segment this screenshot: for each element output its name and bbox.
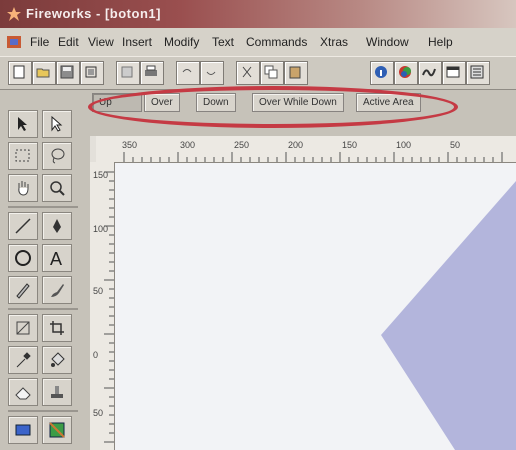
ruler-label: 150 xyxy=(342,140,358,150)
save-icon[interactable] xyxy=(56,61,80,85)
redo-icon[interactable] xyxy=(200,61,224,85)
crop-icon[interactable] xyxy=(42,314,72,342)
ruler-label: 200 xyxy=(288,140,304,150)
vertical-ruler-ticks xyxy=(104,171,114,443)
menu-help[interactable]: Help xyxy=(428,35,453,49)
slice-icon[interactable] xyxy=(42,416,72,444)
paint-bucket-icon[interactable] xyxy=(42,346,72,374)
eyedropper-icon[interactable] xyxy=(8,346,38,374)
menu-modify[interactable]: Modify xyxy=(164,35,199,49)
vertical-ruler: 150 100 50 0 50 xyxy=(90,162,115,450)
cut-icon[interactable] xyxy=(236,61,260,85)
ruler-label: 50 xyxy=(93,408,104,418)
line-icon[interactable] xyxy=(8,212,38,240)
menu-insert[interactable]: Insert xyxy=(122,35,152,49)
button-state-tabs: Up Over Down Over While Down Active Area xyxy=(86,90,516,114)
lasso-icon[interactable] xyxy=(42,142,72,170)
ruler-label: 350 xyxy=(122,140,138,150)
tools-panel: A xyxy=(0,100,86,450)
tool-separator xyxy=(8,206,78,208)
marquee-icon[interactable] xyxy=(8,142,38,170)
eraser-icon[interactable] xyxy=(8,378,38,406)
text-icon[interactable]: A xyxy=(42,244,72,272)
subselect-icon[interactable] xyxy=(42,110,72,138)
svg-text:A: A xyxy=(50,249,62,267)
fireworks-window: Fireworks - [boton1] File Edit View Inse… xyxy=(0,0,516,450)
ruler-label: 50 xyxy=(93,286,104,296)
tab-down[interactable]: Down xyxy=(196,93,236,112)
menu-text[interactable]: Text xyxy=(212,35,234,49)
frames-icon[interactable] xyxy=(466,61,490,85)
menu-xtras[interactable]: Xtras xyxy=(320,35,348,49)
menu-view[interactable]: View xyxy=(88,35,114,49)
open-icon[interactable] xyxy=(32,61,56,85)
ellipse-icon[interactable] xyxy=(8,244,38,272)
ruler-label: 250 xyxy=(234,140,250,150)
import-icon[interactable] xyxy=(80,61,104,85)
paste-icon[interactable] xyxy=(284,61,308,85)
menu-edit[interactable]: Edit xyxy=(58,35,79,49)
scale-icon[interactable] xyxy=(8,314,38,342)
brush-icon[interactable] xyxy=(42,276,72,304)
canvas-artwork xyxy=(381,181,516,450)
fireworks-app-icon xyxy=(7,7,21,21)
stroke-icon[interactable] xyxy=(418,61,442,85)
polygon-shape[interactable] xyxy=(381,181,516,450)
tab-over-while-down[interactable]: Over While Down xyxy=(252,93,344,112)
tab-over[interactable]: Over xyxy=(144,93,180,112)
undo-icon[interactable] xyxy=(176,61,200,85)
ruler-label: 150 xyxy=(93,170,109,180)
main-toolbar xyxy=(0,56,516,90)
color-icon[interactable] xyxy=(394,61,418,85)
tool-separator xyxy=(8,308,78,310)
tab-active-area[interactable]: Active Area xyxy=(356,93,421,112)
new-file-icon[interactable] xyxy=(8,61,32,85)
document-icon[interactable] xyxy=(6,34,22,50)
menu-bar: File Edit View Insert Modify Text Comman… xyxy=(0,28,516,56)
ruler-label: 300 xyxy=(180,140,196,150)
ruler-label: 100 xyxy=(396,140,412,150)
export-icon[interactable] xyxy=(116,61,140,85)
window-title: Fireworks - [boton1] xyxy=(26,6,161,21)
menu-file[interactable]: File xyxy=(30,35,49,49)
ruler-label: 0 xyxy=(93,350,99,360)
pen-icon[interactable] xyxy=(42,212,72,240)
document-canvas[interactable] xyxy=(115,163,516,450)
menu-commands[interactable]: Commands xyxy=(246,35,307,49)
title-bar: Fireworks - [boton1] xyxy=(0,0,516,28)
layers-icon[interactable] xyxy=(442,61,466,85)
print-icon[interactable] xyxy=(140,61,164,85)
pencil-icon[interactable] xyxy=(8,276,38,304)
hotspot-icon[interactable] xyxy=(8,416,38,444)
ruler-label: 100 xyxy=(93,224,109,234)
tool-separator xyxy=(8,410,78,412)
horizontal-ruler: 350 300 250 200 150 100 50 xyxy=(96,136,516,163)
pointer-icon[interactable] xyxy=(8,110,38,138)
copy-icon[interactable] xyxy=(260,61,284,85)
menu-window[interactable]: Window xyxy=(366,35,409,49)
hand-icon[interactable] xyxy=(8,174,38,202)
info-icon[interactable] xyxy=(370,61,394,85)
zoom-icon[interactable] xyxy=(42,174,72,202)
tab-up[interactable]: Up xyxy=(92,93,142,112)
rubber-stamp-icon[interactable] xyxy=(42,378,72,406)
ruler-label: 50 xyxy=(450,140,461,150)
